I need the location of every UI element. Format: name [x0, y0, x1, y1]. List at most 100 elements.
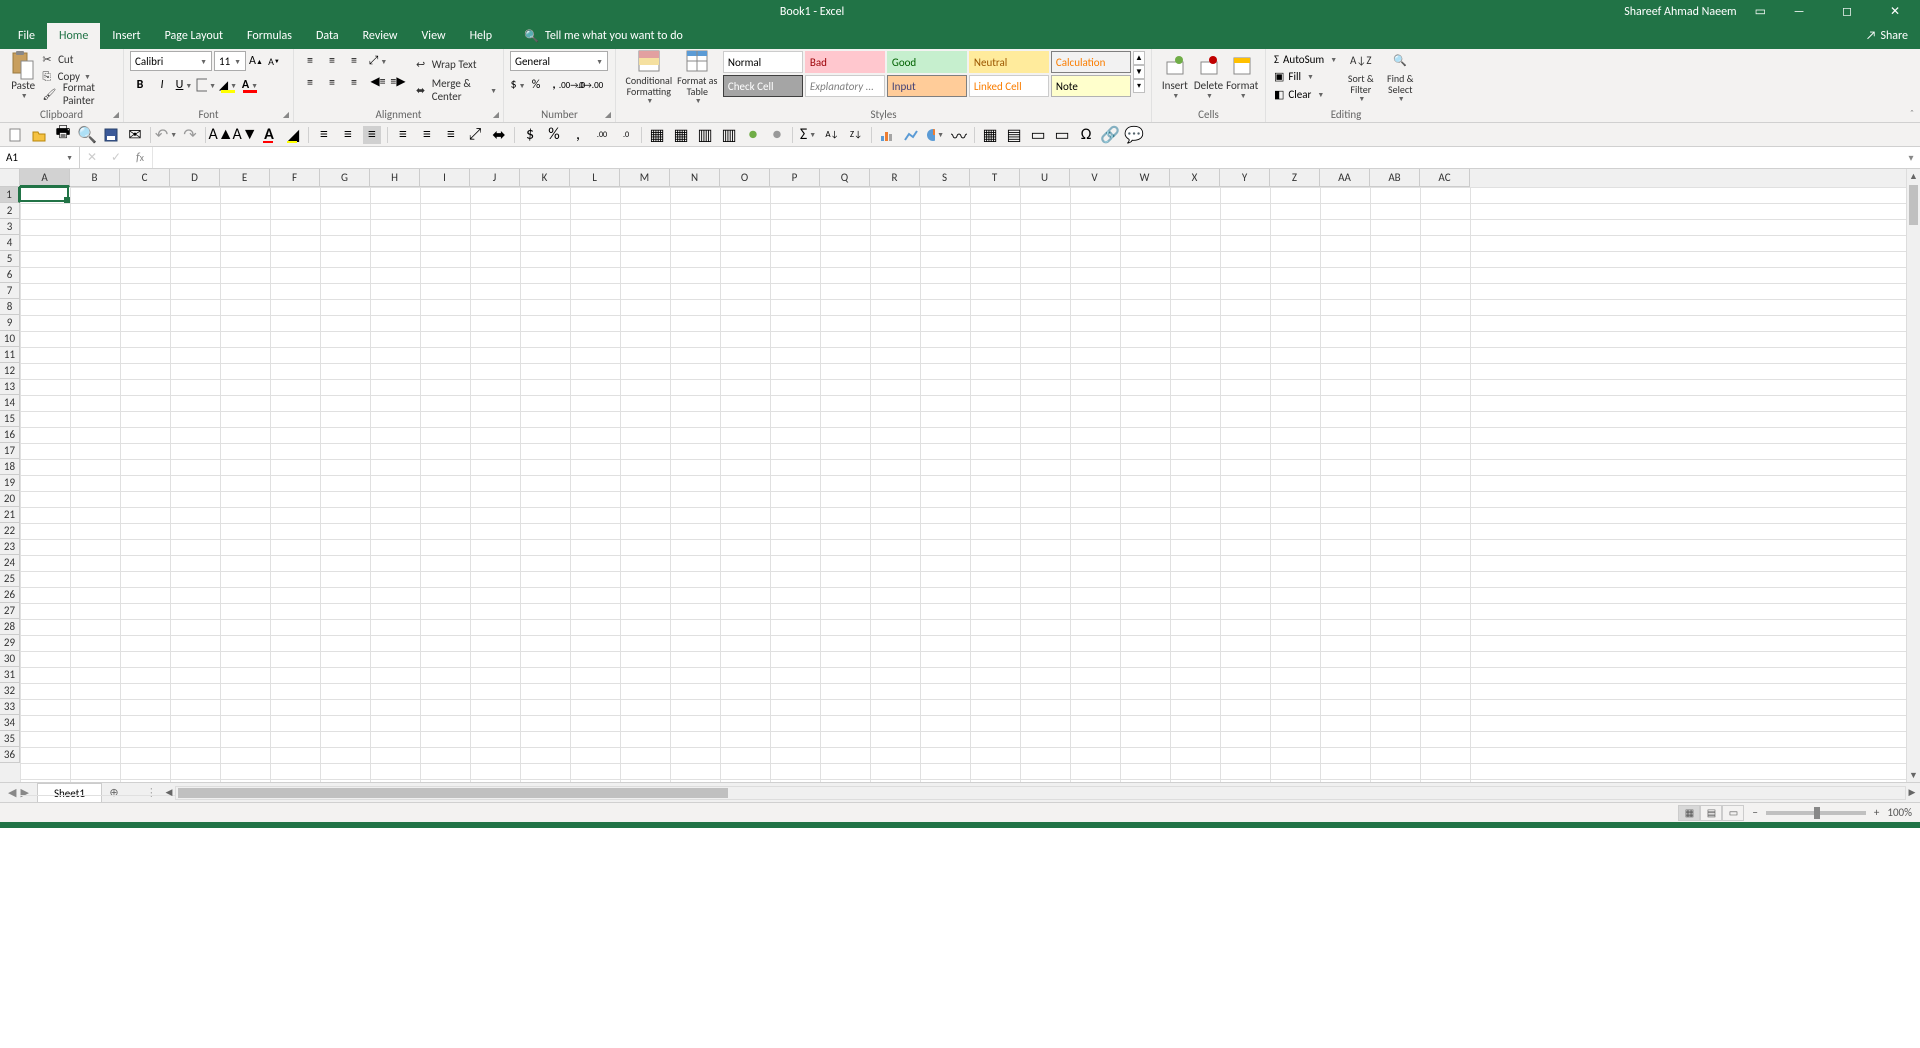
underline-button[interactable]: U▼ [174, 75, 194, 95]
zoom-out-button[interactable]: − [1752, 806, 1757, 819]
column-header-K[interactable]: K [520, 169, 570, 187]
row-header-27[interactable]: 27 [0, 603, 20, 619]
align-vbot-icon[interactable]: ≡ [442, 126, 460, 144]
currency-icon[interactable]: $ [521, 126, 539, 144]
tab-insert[interactable]: Insert [100, 23, 152, 49]
row-header-17[interactable]: 17 [0, 443, 20, 459]
page-layout-view-button[interactable]: ▤ [1700, 805, 1722, 821]
tab-file[interactable]: File [6, 23, 47, 49]
row-header-23[interactable]: 23 [0, 539, 20, 555]
paste-button[interactable]: Paste ▼ [6, 51, 40, 103]
column-header-N[interactable]: N [670, 169, 720, 187]
tab-view[interactable]: View [410, 23, 458, 49]
autosum-icon[interactable]: Σ▼ [799, 126, 817, 144]
column-header-AC[interactable]: AC [1420, 169, 1470, 187]
tab-page-layout[interactable]: Page Layout [153, 23, 235, 49]
vertical-scrollbar[interactable]: ▲ ▼ [1906, 169, 1920, 782]
percent-button[interactable]: % [528, 75, 544, 95]
insert-row-icon[interactable]: ▦ [648, 126, 666, 144]
clipboard-launcher[interactable]: ◢ [113, 110, 119, 120]
sort-asc-icon[interactable]: A↓ [823, 126, 841, 144]
column-header-M[interactable]: M [620, 169, 670, 187]
user-name[interactable]: Shareef Ahmad Naeem [1624, 5, 1736, 19]
hscroll-thumb[interactable] [178, 788, 728, 798]
gallery-up-button[interactable]: ▲ [1133, 51, 1145, 65]
grow-font-icon[interactable]: A▲ [212, 126, 230, 144]
row-header-19[interactable]: 19 [0, 475, 20, 491]
row-header-24[interactable]: 24 [0, 555, 20, 571]
comma-icon[interactable]: , [569, 126, 587, 144]
row-header-20[interactable]: 20 [0, 491, 20, 507]
column-header-U[interactable]: U [1020, 169, 1070, 187]
open-file-icon[interactable] [30, 126, 48, 144]
bold-button[interactable]: B [130, 75, 150, 95]
spreadsheet-grid[interactable]: ABCDEFGHIJKLMNOPQRSTUVWXYZAAABAC 1234567… [0, 169, 1920, 782]
undo-icon[interactable]: ↶▼ [157, 126, 175, 144]
collapse-ribbon-button[interactable]: ˆ [1910, 107, 1914, 120]
row-header-12[interactable]: 12 [0, 363, 20, 379]
row-header-26[interactable]: 26 [0, 587, 20, 603]
column-header-T[interactable]: T [970, 169, 1020, 187]
column-header-Z[interactable]: Z [1270, 169, 1320, 187]
shrink-font-icon[interactable]: A▼ [236, 126, 254, 144]
link-icon[interactable]: 🔗 [1101, 126, 1119, 144]
row-header-13[interactable]: 13 [0, 379, 20, 395]
delete-cells-button[interactable]: Delete▼ [1192, 51, 1226, 103]
email-icon[interactable]: ✉ [126, 126, 144, 144]
tab-data[interactable]: Data [304, 23, 351, 49]
row-header-30[interactable]: 30 [0, 651, 20, 667]
align-left-icon[interactable]: ≡ [315, 126, 333, 144]
decrease-indent-button[interactable]: ◀≡ [368, 71, 388, 91]
zoom-in-button[interactable]: + [1874, 806, 1879, 819]
row-header-35[interactable]: 35 [0, 731, 20, 747]
wrap-text-button[interactable]: ↩ Wrap Text [416, 56, 497, 73]
align-center-icon[interactable]: ≡ [339, 126, 357, 144]
tab-home[interactable]: Home [47, 23, 100, 49]
column-header-G[interactable]: G [320, 169, 370, 187]
align-top-button[interactable]: ≡ [300, 51, 320, 71]
format-as-table-button[interactable]: Format as Table▼ [676, 51, 719, 103]
tell-me-search[interactable]: 🔍 Tell me what you want to do [524, 23, 683, 49]
column-header-S[interactable]: S [920, 169, 970, 187]
column-header-AA[interactable]: AA [1320, 169, 1370, 187]
highlight-icon[interactable]: ◢ [284, 126, 302, 144]
redo-icon[interactable]: ↷ [181, 126, 199, 144]
align-right-button[interactable]: ≡ [344, 73, 364, 93]
shape1-icon[interactable]: ● [744, 126, 762, 144]
delete-row-icon[interactable]: ▦ [672, 126, 690, 144]
find-select-button[interactable]: 🔍Find & Select▼ [1381, 51, 1420, 103]
format-painter-button[interactable]: 🖌 Format Painter [42, 86, 117, 103]
decrease-font-button[interactable]: A▼ [266, 51, 282, 71]
font-launcher[interactable]: ◢ [283, 110, 289, 120]
cut-button[interactable]: ✂ Cut [42, 51, 117, 68]
cell-style-neutral[interactable]: Neutral [969, 51, 1049, 73]
cell-styles-gallery[interactable]: NormalBadGoodNeutralCalculationCheck Cel… [723, 51, 1131, 97]
align-middle-button[interactable]: ≡ [322, 51, 342, 71]
row-header-10[interactable]: 10 [0, 331, 20, 347]
font-color-icon[interactable]: A [260, 126, 278, 144]
tab-formulas[interactable]: Formulas [235, 23, 304, 49]
row-header-15[interactable]: 15 [0, 411, 20, 427]
merge-center-button[interactable]: ⬌ Merge & Center▼ [416, 82, 497, 99]
horizontal-scrollbar[interactable]: ◀ ▶ [175, 786, 1906, 800]
row-header-22[interactable]: 22 [0, 523, 20, 539]
cell-style-bad[interactable]: Bad [805, 51, 885, 73]
cell-style-good[interactable]: Good [887, 51, 967, 73]
chart-line-icon[interactable] [902, 126, 920, 144]
row-header-5[interactable]: 5 [0, 251, 20, 267]
column-header-A[interactable]: A [20, 169, 70, 187]
zoom-level[interactable]: 100% [1887, 806, 1912, 819]
column-header-Y[interactable]: Y [1220, 169, 1270, 187]
scroll-down-button[interactable]: ▼ [1907, 768, 1920, 782]
column-header-D[interactable]: D [170, 169, 220, 187]
column-header-W[interactable]: W [1120, 169, 1170, 187]
fill-color-button[interactable]: ◢▼ [218, 75, 238, 95]
row-header-36[interactable]: 36 [0, 747, 20, 763]
border-button[interactable]: ▼ [196, 75, 216, 95]
cell-style-normal[interactable]: Normal [723, 51, 803, 73]
alignment-launcher[interactable]: ◢ [493, 110, 499, 120]
row-header-6[interactable]: 6 [0, 267, 20, 283]
row-header-32[interactable]: 32 [0, 683, 20, 699]
sheet-prev-button[interactable]: ◀ [8, 786, 16, 799]
freeze-icon[interactable]: ▥ [720, 126, 738, 144]
